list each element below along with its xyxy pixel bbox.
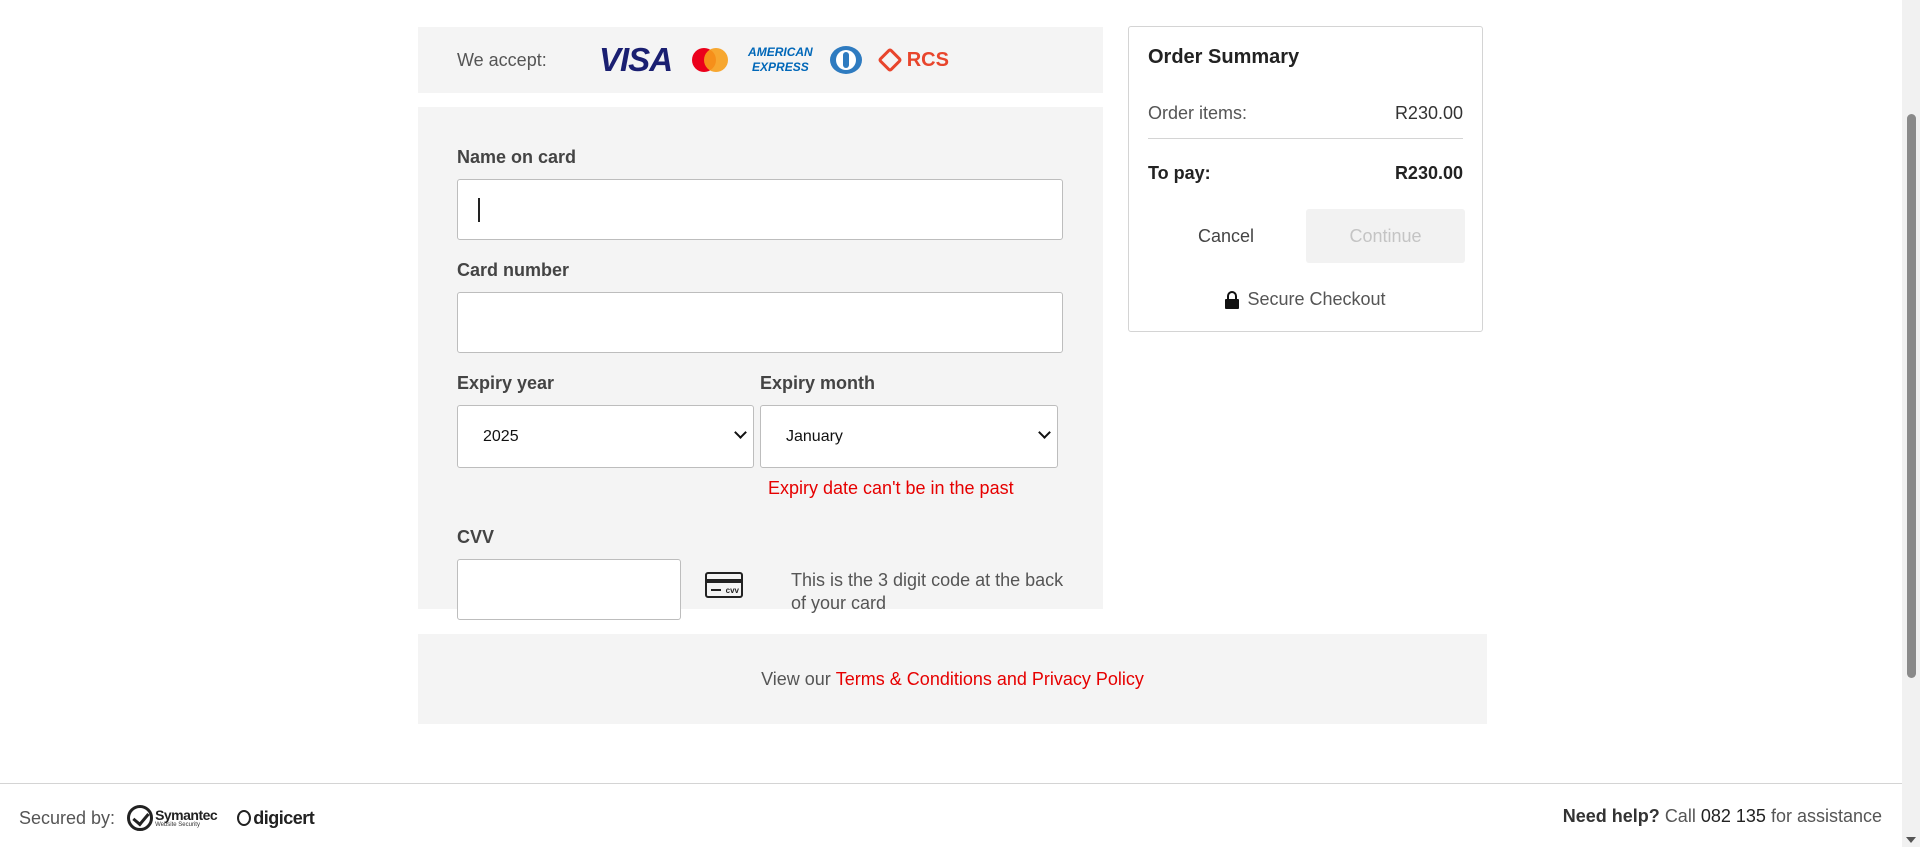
terms-bar: View our Terms & Conditions and Privacy …: [418, 634, 1487, 724]
visa-logo-icon: VISA: [599, 41, 673, 78]
diners-club-logo-icon: [829, 46, 862, 74]
cvv-card-icon: cvv: [705, 572, 743, 598]
secured-by-label: Secured by:: [19, 807, 116, 828]
card-number-input[interactable]: [457, 292, 1063, 353]
need-help-label: Need help?: [1562, 806, 1660, 826]
expiry-year-value: 2025: [483, 427, 519, 445]
to-pay-label: To pay:: [1148, 163, 1211, 183]
expiry-year-label: Expiry year: [457, 373, 555, 393]
chevron-down-icon: [1038, 426, 1051, 439]
order-items-row: Order items: R230.00: [1148, 103, 1463, 124]
mastercard-logo-icon: [692, 48, 729, 72]
lock-icon: [1225, 290, 1240, 309]
accepted-cards-bar: We accept: VISA AMERICAN EXPRESS RCS: [418, 27, 1103, 93]
expiry-error-message: Expiry date can't be in the past: [768, 478, 1014, 498]
card-number-label: Card number: [457, 260, 570, 280]
expiry-month-select[interactable]: January: [760, 405, 1058, 468]
order-items-value: R230.00: [1394, 103, 1463, 123]
to-pay-value: R230.00: [1394, 163, 1463, 183]
card-logos: VISA AMERICAN EXPRESS RCS: [599, 41, 949, 79]
continue-button[interactable]: Continue: [1306, 209, 1465, 263]
text-caret: [478, 198, 480, 222]
cvv-icon-text: cvv: [725, 586, 739, 595]
cvv-label: CVV: [457, 527, 495, 547]
scrollbar-thumb[interactable]: [1907, 114, 1916, 678]
footer-divider: [0, 783, 1902, 784]
symantec-logo-icon: Symantec Website Security: [127, 805, 218, 831]
scroll-down-arrow-icon[interactable]: [1906, 837, 1916, 843]
cancel-button[interactable]: Cancel: [1148, 209, 1304, 263]
rcs-text: RCS: [906, 48, 949, 71]
terms-prefix: View our: [761, 668, 831, 689]
digicert-logo-icon: digicert: [237, 807, 315, 829]
expiry-year-select[interactable]: 2025: [457, 405, 754, 468]
cvv-input[interactable]: [457, 559, 681, 620]
symantec-name: Symantec: [155, 807, 218, 823]
symantec-sub: Website Security: [155, 822, 200, 828]
terms-privacy-link[interactable]: Terms & Conditions and Privacy Policy: [836, 669, 1144, 690]
order-summary-title: Order Summary: [1148, 46, 1300, 68]
expiry-month-label: Expiry month: [760, 373, 876, 393]
page-scrollbar[interactable]: [1902, 0, 1920, 847]
order-items-label: Order items:: [1148, 103, 1248, 123]
need-help-call: Call: [1664, 806, 1696, 826]
rcs-logo-icon: RCS: [876, 47, 949, 73]
to-pay-row: To pay: R230.00: [1148, 163, 1463, 184]
amex-logo-icon: AMERICAN EXPRESS: [748, 45, 813, 75]
name-on-card-input[interactable]: [457, 179, 1063, 240]
help-phone-number[interactable]: 082 135: [1701, 806, 1766, 826]
need-help: Need help? Call 082 135 for assistance: [1563, 806, 1882, 827]
chevron-down-icon: [734, 426, 747, 439]
amex-line2: EXPRESS: [752, 60, 809, 74]
card-details-form: Name on card Card number Expiry year 202…: [418, 107, 1103, 620]
secure-checkout: Secure Checkout: [1129, 289, 1482, 310]
order-summary-panel: Order Summary Order items: R230.00 To pa…: [1128, 26, 1483, 332]
digicert-name: digicert: [253, 807, 315, 828]
expiry-month-value: January: [786, 427, 843, 445]
name-on-card-label: Name on card: [457, 147, 577, 167]
secure-checkout-label: Secure Checkout: [1247, 289, 1386, 309]
amex-line1: AMERICAN: [748, 45, 813, 59]
cvv-hint: This is the 3 digit code at the back of …: [791, 570, 1064, 613]
summary-divider: [1148, 138, 1463, 139]
need-help-suffix: for assistance: [1770, 806, 1882, 826]
secured-by: Secured by: Symantec Website Security di…: [19, 805, 315, 831]
accept-label: We accept:: [457, 49, 547, 70]
